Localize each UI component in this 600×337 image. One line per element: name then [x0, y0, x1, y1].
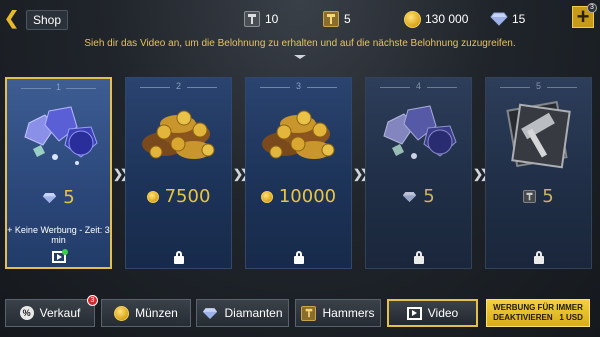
back-chevron-icon[interactable]: ❮: [4, 9, 19, 27]
diamond-icon: [490, 10, 508, 28]
reward-amount: 10000: [278, 186, 337, 207]
gold-hammer-count: 5: [344, 12, 351, 26]
coin-icon: [146, 190, 159, 203]
hammer-icon: [243, 10, 261, 28]
card-number: 5: [486, 81, 591, 91]
lock-icon: [293, 251, 304, 264]
card-number: 4: [366, 81, 471, 91]
tab-label: Diamanten: [224, 306, 283, 320]
reward-amount: 7500: [164, 186, 211, 207]
reward-amount: 5: [542, 186, 554, 207]
gold-hammer-counter: 5: [322, 10, 351, 28]
reward-card-1[interactable]: 1 5 + Keine Werbung - Zeit: 3 min: [5, 77, 112, 269]
add-currency-badge: 3: [587, 3, 597, 13]
card-footer: [486, 251, 591, 264]
hammer-icon: [301, 305, 317, 321]
reward-note: + Keine Werbung - Zeit: 3 min: [7, 225, 110, 245]
card-footer: [126, 251, 231, 264]
lock-icon: [413, 251, 424, 264]
reward-value: 7500: [126, 186, 231, 207]
tab-video[interactable]: Video: [387, 299, 478, 327]
diamond-icon: [202, 307, 218, 320]
card-footer: [7, 249, 110, 263]
reward-amount: 5: [63, 187, 75, 208]
promo-line-2: DEAKTIVIEREN 1 USD: [493, 313, 583, 322]
coin-icon: [403, 10, 421, 28]
diamond-count: 15: [512, 12, 526, 26]
diamond-counter: 15: [490, 10, 525, 28]
shop-title[interactable]: Shop: [26, 10, 69, 30]
watch-video-icon[interactable]: [51, 249, 68, 263]
diamond-pile-icon: [24, 106, 98, 165]
reward-value: 5: [7, 187, 110, 208]
coin-icon: [114, 305, 130, 321]
reward-card-4: 4 5: [365, 77, 472, 269]
reward-value: 5: [486, 186, 591, 207]
tab-label: Hammers: [322, 306, 375, 320]
coin-count: 130 000: [425, 12, 469, 26]
coin-icon: [260, 190, 273, 203]
promo-line-1: WERBUNG FÜR IMMER: [493, 303, 583, 312]
remove-ads-button[interactable]: WERBUNG FÜR IMMER DEAKTIVIEREN 1 USD: [486, 299, 590, 327]
info-divider-icon: [294, 55, 306, 59]
reward-amount: 5: [423, 186, 435, 207]
hammer-count: 10: [265, 12, 279, 26]
hammer-icon: [523, 190, 537, 203]
reward-card-3: 3 10000: [245, 77, 352, 269]
lock-icon: [173, 251, 184, 264]
gold-hammer-icon: [322, 10, 340, 28]
tab-diamanten[interactable]: Diamanten: [196, 299, 289, 327]
lock-icon: [533, 251, 544, 264]
tab-verkauf[interactable]: % Verkauf 3: [5, 295, 98, 327]
tab-label: Verkauf: [39, 306, 81, 320]
shop-tab-bar: % Verkauf 3 Münzen Diamanten Hammers Vid…: [0, 295, 600, 329]
coin-counter: 130 000: [403, 10, 468, 28]
hammer-card-icon: [506, 100, 571, 169]
card-footer: [366, 251, 471, 264]
reward-card-5: 5 5: [485, 77, 592, 269]
reward-card-2: 2 7500: [125, 77, 232, 269]
card-number: 1: [7, 82, 110, 92]
video-icon: [406, 306, 422, 320]
discount-icon: %: [19, 306, 34, 320]
tab-hammers[interactable]: Hammers: [295, 299, 381, 327]
reward-value: 10000: [246, 186, 351, 207]
diamond-icon: [402, 191, 417, 203]
tab-label: Video: [427, 306, 459, 320]
card-number: 2: [126, 81, 231, 91]
coin-pile-icon: [262, 110, 335, 159]
top-bar: ❮ Shop 10 5 130 000 15 + 3: [0, 0, 600, 34]
card-footer: [246, 251, 351, 264]
hammer-counter: 10: [243, 10, 278, 28]
card-number: 3: [246, 81, 351, 91]
tab-muenzen[interactable]: Münzen: [101, 299, 191, 327]
info-text: Sieh dir das Video an, um die Belohnung …: [84, 38, 516, 49]
diamond-icon: [42, 192, 57, 204]
diamond-pile-icon: [383, 105, 457, 159]
coin-pile-icon: [142, 110, 215, 159]
reward-value: 5: [366, 186, 471, 207]
notification-badge: 3: [87, 295, 98, 306]
tab-label: Münzen: [135, 306, 178, 320]
